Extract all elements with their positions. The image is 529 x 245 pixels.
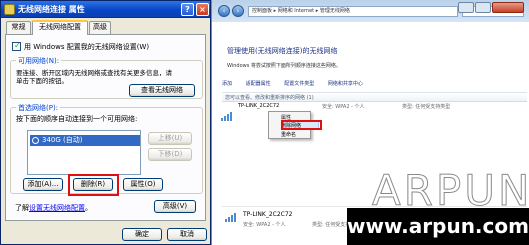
network-2-security: 安全: WPA2 - 个人	[243, 222, 286, 228]
cancel-button[interactable]: 取消	[167, 228, 207, 241]
window-close-button[interactable]	[492, 2, 524, 13]
wireless-signal-icon-2	[225, 213, 236, 222]
network-item-2[interactable]: TP-LINK_2C2C72	[243, 211, 293, 218]
preferred-networks-group: 首选网络(P): 按下面的顺序自动连接到一个可用网络: 340G (自动) 上移…	[10, 103, 203, 196]
dialog-title: 无线网络连接 属性	[18, 5, 85, 14]
networks-group-header: 您可以查看、修改和重新排序的网络 (1)	[225, 95, 314, 101]
page-heading: 管理使用(无线网络连接)的无线网络	[227, 47, 338, 55]
network-1-type: 类型: 任何受支持类型	[402, 104, 451, 110]
xp-title-bar: 无线网络连接 属性 ? ×	[1, 1, 210, 18]
windows-config-checkbox[interactable]: ✓	[12, 41, 21, 51]
wireless-signal-icon	[221, 112, 232, 121]
network-2-name: TP-LINK_2C2C72	[243, 211, 293, 218]
properties-button[interactable]: 属性(O)	[123, 178, 163, 191]
available-networks-group: 可用网络(N): 要连接、断开区域内无线网络或查找有关更多信息，请 单击下面的按…	[10, 56, 203, 99]
available-networks-label: 可用网络(N):	[16, 56, 62, 66]
help-button[interactable]: ?	[181, 3, 194, 16]
close-button[interactable]: ×	[196, 3, 209, 16]
context-highlight-box	[281, 120, 322, 130]
preferred-networks-desc: 按下面的顺序自动连接到一个可用网络:	[16, 115, 138, 123]
move-up-button[interactable]: 上移(U)	[148, 132, 192, 145]
window-frame: ‹ › 控制面板 ▸ 网络和 Internet ▸ 管理无线网络	[212, 0, 529, 22]
watermark-url: www.arpun.com	[347, 208, 529, 245]
tab-wireless-config[interactable]: 无线网络配置	[32, 20, 88, 35]
maximize-button[interactable]	[475, 2, 491, 13]
context-rename-item[interactable]: 重命名	[281, 131, 296, 138]
command-toolbar: 添加 适配器属性 配置文件类型 网络和共享中心	[222, 80, 527, 91]
network-sharing-center-command[interactable]: 网络和共享中心	[328, 81, 363, 87]
highlight-box	[68, 174, 119, 196]
caption-buttons	[457, 2, 527, 14]
add-button[interactable]: 添加(A)...	[23, 178, 63, 191]
column-header: 您可以查看、修改和重新排序的网络 (1)	[222, 92, 527, 102]
learn-suffix: 。	[85, 204, 92, 212]
minimize-button[interactable]	[458, 2, 474, 13]
learn-text: 了解设置无线网络配置。	[15, 203, 92, 213]
ok-button[interactable]: 确定	[122, 228, 162, 241]
advanced-button[interactable]: 高级(V)	[154, 200, 196, 213]
learn-prefix: 了解	[15, 204, 29, 212]
learn-wireless-config-link[interactable]: 设置无线网络配置	[29, 204, 85, 212]
tab-general[interactable]: 常规	[6, 21, 31, 34]
back-arrow-icon[interactable]: ‹	[218, 5, 230, 17]
move-down-button[interactable]: 下移(D)	[148, 148, 192, 161]
address-bar[interactable]: 控制面板 ▸ 网络和 Internet ▸ 管理无线网络	[248, 6, 458, 17]
preferred-networks-list[interactable]: 340G (自动)	[27, 130, 141, 175]
view-wireless-networks-button[interactable]: 查看无线网络	[129, 84, 195, 97]
context-menu: 属性 删除网络 重命名	[268, 111, 322, 139]
add-command[interactable]: 添加	[222, 81, 232, 87]
check-mark-icon: ✓	[14, 41, 21, 50]
forward-arrow-icon[interactable]: ›	[232, 5, 244, 17]
adapter-properties-command[interactable]: 适配器属性	[246, 81, 271, 87]
preferred-network-item-label: 340G (自动)	[42, 136, 83, 144]
network-1-security: 安全: WPA2 - 个人	[322, 104, 365, 110]
profile-type-command[interactable]: 配置文件类型	[284, 81, 314, 87]
xp-properties-dialog: 无线网络连接 属性 ? × 常规 无线网络配置 高级 ✓ 用 Windows 配…	[0, 0, 211, 245]
network-connection-icon	[4, 4, 15, 15]
tab-advanced[interactable]: 高级	[89, 21, 111, 34]
wireless-network-icon	[32, 137, 39, 144]
tab-page: ✓ 用 Windows 配置我的无线网络设置(W) 可用网络(N): 要连接、断…	[5, 34, 206, 221]
preferred-networks-label: 首选网络(P):	[16, 103, 61, 113]
network-item-1[interactable]: TP-LINK_2C2C72	[238, 103, 279, 109]
preferred-network-item[interactable]: 340G (自动)	[30, 135, 140, 146]
windows-config-label: 用 Windows 配置我的无线网络设置(W)	[24, 43, 150, 51]
page-subtitle: Windows 将尝试按照下面所列顺序连接这些网络。	[227, 63, 341, 69]
network-1-name: TP-LINK_2C2C72	[238, 103, 280, 109]
available-networks-desc-2: 单击下面的按钮。	[16, 77, 68, 85]
